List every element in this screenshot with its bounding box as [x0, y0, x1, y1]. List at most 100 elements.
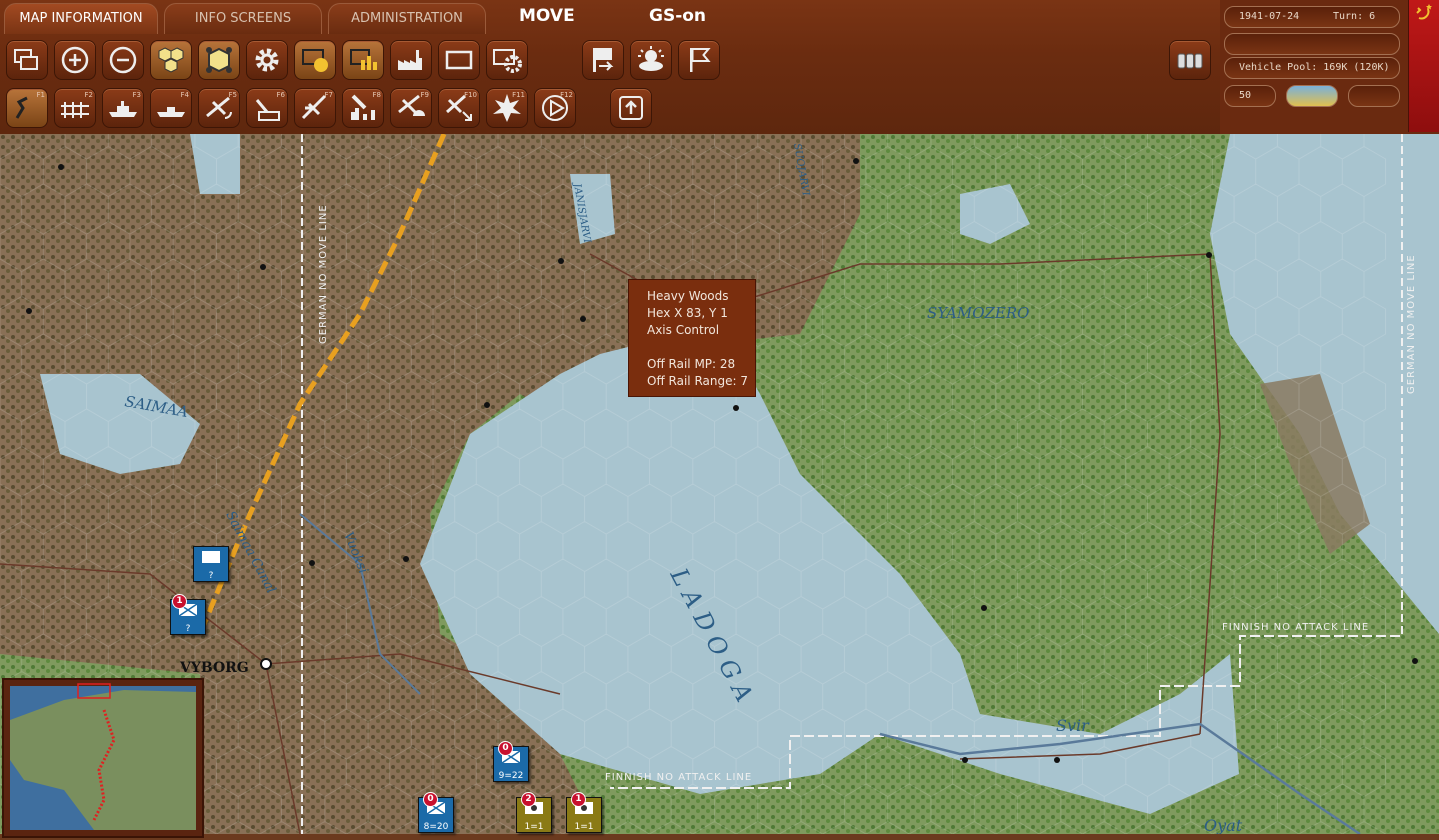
tab-map-information[interactable]: MAP INFORMATION	[4, 3, 158, 34]
f4-key-label: F4	[180, 91, 189, 99]
factory-button[interactable]	[390, 40, 432, 80]
unit-badge: 2	[521, 792, 536, 807]
german-no-move-label: GERMAN NO MOVE LINE	[318, 204, 329, 344]
windows-button[interactable]	[6, 40, 48, 80]
f2-key-label: F2	[84, 91, 93, 99]
rail-button[interactable]: F2	[54, 88, 96, 128]
fuel-barrels-icon	[1177, 53, 1203, 69]
flag-arrow-button[interactable]	[582, 40, 624, 80]
hammer-sickle-icon	[1416, 4, 1432, 20]
explosion-button[interactable]: F11	[486, 88, 528, 128]
move-mode-label[interactable]: MOVE	[519, 6, 575, 26]
gear-icon	[255, 48, 279, 72]
hex-info-tooltip: Heavy Woods Hex X 83, Y 1 Axis Control O…	[628, 279, 756, 397]
unit-counter[interactable]: ?	[193, 546, 229, 582]
soviet-flag	[1408, 0, 1439, 132]
end-turn-button[interactable]: F12	[534, 88, 576, 128]
zoom-in-button[interactable]	[54, 40, 96, 80]
vyborg-label: VYBORG	[179, 660, 249, 676]
weather-icon	[638, 46, 664, 71]
zoom-out-button[interactable]	[102, 40, 144, 80]
value-box[interactable]: 50	[1224, 85, 1276, 107]
units-bar-button[interactable]	[342, 40, 384, 80]
zoom-out-icon	[109, 46, 137, 74]
f1-key-label: F1	[36, 91, 45, 99]
hq-symbol-icon	[202, 551, 220, 563]
flag-button[interactable]	[678, 40, 720, 80]
factory-icon	[398, 50, 422, 70]
supply-gear-icon	[493, 49, 522, 73]
empty-status-box	[1224, 33, 1400, 55]
unit-label: 9=22	[498, 771, 524, 781]
unit-label: ?	[208, 571, 214, 581]
weather-indicator[interactable]	[1286, 85, 1338, 107]
hex-outline-icon	[206, 47, 232, 73]
supply-gear-button[interactable]	[486, 40, 528, 80]
tooltip-hex: Hex X 83, Y 1	[647, 306, 728, 320]
rectangle-button[interactable]	[438, 40, 480, 80]
hex-map[interactable]: VYBORG L A D O G A SAIMAA SYAMOZERO Svir…	[0, 134, 1439, 834]
empty-indicator[interactable]	[1348, 85, 1400, 107]
ship-button[interactable]: F4	[150, 88, 192, 128]
tab-administration[interactable]: ADMINISTRATION	[328, 3, 486, 34]
value-text: 50	[1239, 90, 1252, 101]
artillery-button[interactable]: F6	[246, 88, 288, 128]
status-panel: 1941-07-24 Turn: 6 Vehicle Pool: 169K (1…	[1220, 0, 1439, 134]
tab-row: MAP INFORMATION INFO SCREENS ADMINISTRAT…	[0, 0, 1220, 34]
f11-key-label: F11	[512, 91, 525, 99]
unit-label: ?	[185, 624, 191, 634]
gs-on-label[interactable]: GS-on	[649, 6, 706, 26]
oyat-label: Oyat	[1204, 816, 1243, 834]
naval-button[interactable]: F3	[102, 88, 144, 128]
f6-key-label: F6	[276, 91, 285, 99]
f5-key-label: F5	[228, 91, 237, 99]
move-path-button[interactable]: F1	[6, 88, 48, 128]
fuel-barrels-button[interactable]	[1169, 40, 1211, 80]
svir-label: Svir	[1056, 716, 1090, 735]
unit-counter[interactable]: ? 1	[170, 594, 206, 635]
tooltip-control: Axis Control	[647, 323, 720, 337]
f7-key-label: F7	[324, 91, 333, 99]
date-text: 1941-07-24	[1239, 11, 1300, 22]
tab-info-screens[interactable]: INFO SCREENS	[164, 3, 322, 34]
paradrop-button[interactable]: F9	[390, 88, 432, 128]
hex-grid-icon	[158, 47, 184, 73]
unit-badge: 1	[172, 594, 187, 609]
unit-counter[interactable]: 1=1 1	[566, 792, 602, 833]
vyborg-city-marker[interactable]	[260, 658, 272, 670]
german-no-move-label-east: GERMAN NO MOVE LINE	[1406, 254, 1417, 394]
bomb-city-button[interactable]: F8	[342, 88, 384, 128]
vehicle-pool-box: Vehicle Pool: 169K (120K)	[1224, 57, 1400, 79]
up-arrow-icon	[619, 96, 643, 120]
rectangle-icon	[445, 50, 473, 70]
flag-arrow-icon	[593, 48, 614, 72]
unit-counter-button[interactable]	[294, 40, 336, 80]
upload-button[interactable]	[610, 88, 652, 128]
hex-outline-button[interactable]	[198, 40, 240, 80]
tooltip-off-rail-mp: Off Rail MP: 28	[647, 357, 736, 371]
minimap[interactable]	[2, 678, 204, 838]
unit-counter[interactable]: 9=22 0	[493, 741, 529, 782]
tooltip-off-rail-range: Off Rail Range: 7	[647, 374, 748, 388]
finnish-no-attack-label: FINNISH NO ATTACK LINE	[1222, 622, 1369, 633]
air-transfer-button[interactable]: F10	[438, 88, 480, 128]
unit-badge: 0	[423, 792, 438, 807]
unit-badge: 0	[498, 741, 513, 756]
weather-button[interactable]	[630, 40, 672, 80]
unit-label: 8=20	[423, 822, 449, 832]
f8-key-label: F8	[372, 91, 381, 99]
unit-counter[interactable]: 1=1 2	[516, 792, 552, 833]
vehicle-pool-text: Vehicle Pool: 169K (120K)	[1239, 62, 1390, 73]
finnish-no-attack-label-south: FINNISH NO ATTACK LINE	[605, 772, 752, 783]
f10-key-label: F10	[464, 91, 477, 99]
unit-counter[interactable]: 8=20 0	[418, 792, 454, 833]
hex-grid-button[interactable]	[150, 40, 192, 80]
air-strike-button[interactable]: F7	[294, 88, 336, 128]
f9-key-label: F9	[420, 91, 429, 99]
settings-button[interactable]	[246, 40, 288, 80]
f3-key-label: F3	[132, 91, 141, 99]
syamozero-label: SYAMOZERO	[927, 304, 1029, 322]
air-recon-button[interactable]: F5	[198, 88, 240, 128]
date-turn-box: 1941-07-24 Turn: 6	[1224, 6, 1400, 28]
zoom-in-icon	[61, 46, 89, 74]
